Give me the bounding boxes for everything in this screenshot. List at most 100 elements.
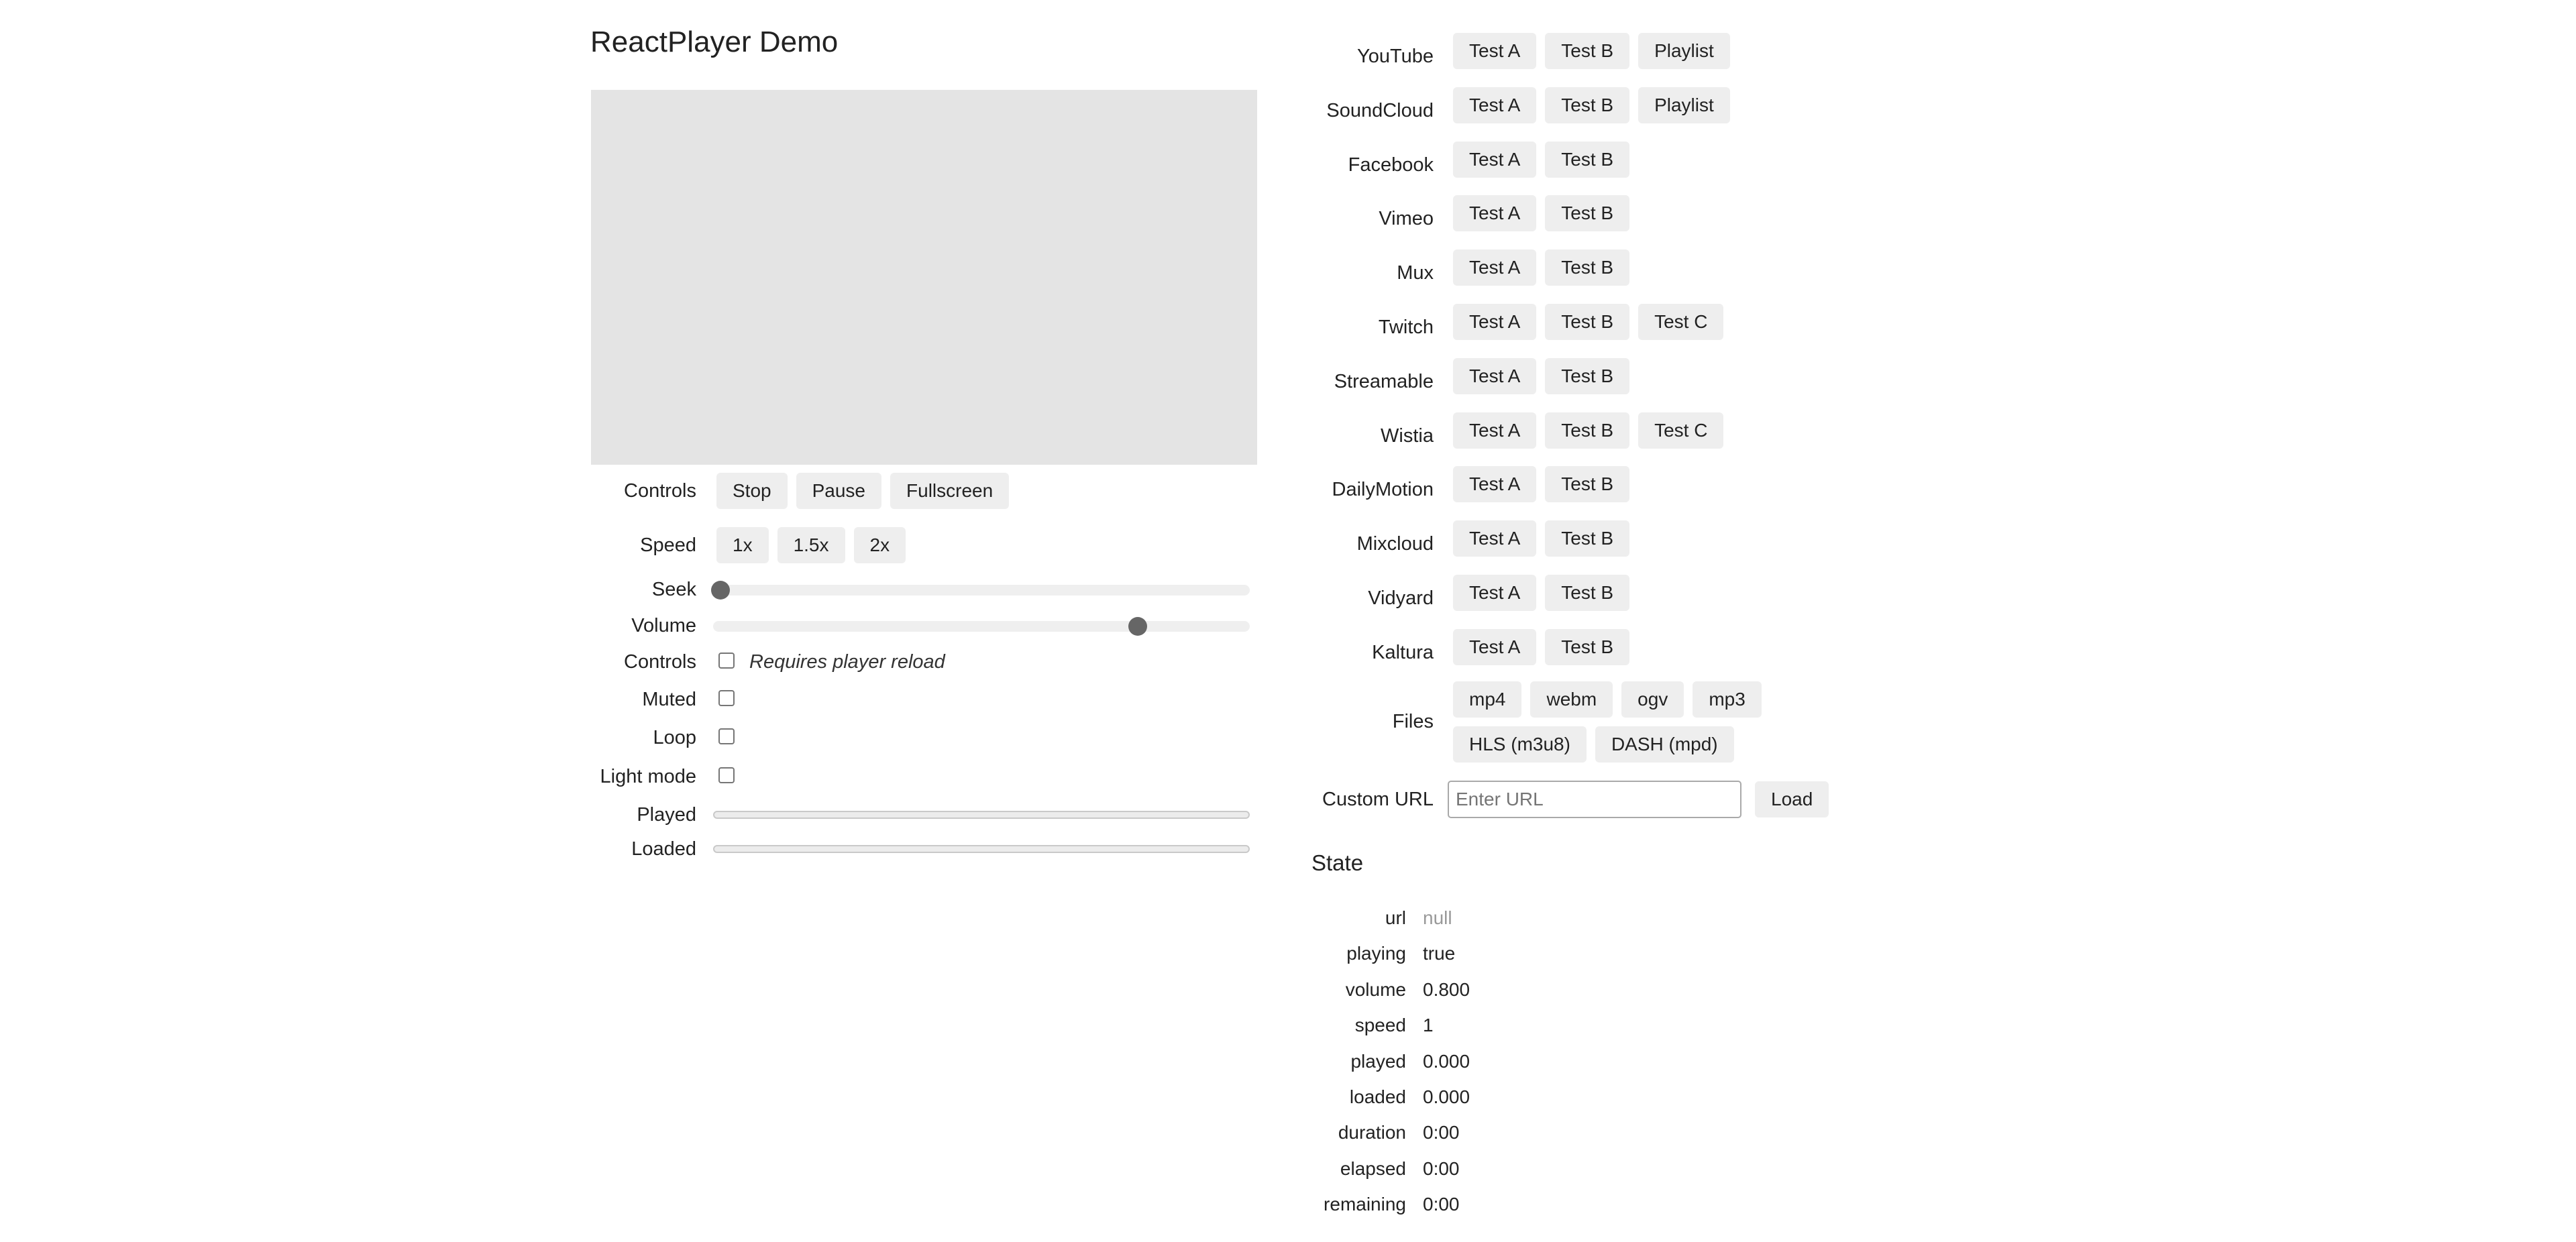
controls-button-group: Stop Pause Fullscreen	[716, 473, 1010, 509]
provider-label-facebook: Facebook	[1348, 154, 1434, 176]
facebook-test-a-button[interactable]: Test A	[1453, 142, 1537, 178]
page-title: ReactPlayer Demo	[590, 25, 839, 58]
speed-2x-button[interactable]: 2x	[853, 527, 906, 563]
video-player[interactable]	[591, 90, 1257, 465]
load-button[interactable]: Load	[1755, 781, 1829, 817]
light-mode-label: Light mode	[600, 766, 697, 787]
twitch-test-c-button[interactable]: Test C	[1638, 304, 1724, 340]
state-key-speed: speed	[1354, 1015, 1406, 1035]
file-mp3-button[interactable]: mp3	[1693, 681, 1762, 718]
twitch-test-b-button[interactable]: Test B	[1545, 304, 1630, 340]
mixcloud-test-a-button[interactable]: Test A	[1453, 520, 1537, 557]
state-key-played: played	[1350, 1051, 1406, 1072]
played-label: Played	[637, 804, 696, 826]
provider-label-vimeo: Vimeo	[1379, 208, 1434, 229]
file-hls-m3u8-button[interactable]: HLS (m3u8)	[1453, 726, 1587, 763]
youtube-playlist-button[interactable]: Playlist	[1638, 33, 1730, 69]
streamable-test-b-button[interactable]: Test B	[1545, 358, 1630, 394]
vidyard-test-b-button[interactable]: Test B	[1545, 575, 1630, 611]
soundcloud-test-a-button[interactable]: Test A	[1453, 87, 1537, 123]
wistia-test-a-button[interactable]: Test A	[1453, 412, 1537, 449]
provider-label-twitch: Twitch	[1378, 317, 1434, 338]
wistia-test-c-button[interactable]: Test C	[1638, 412, 1724, 449]
requires-reload-note: Requires player reload	[749, 651, 945, 673]
provider-buttons-youtube: Test A Test B Playlist	[1453, 33, 1730, 69]
kaltura-test-a-button[interactable]: Test A	[1453, 629, 1537, 665]
loop-checkbox[interactable]	[718, 728, 735, 744]
provider-label-dailymotion: DailyMotion	[1332, 479, 1434, 500]
speed-1x-button[interactable]: 1x	[716, 527, 769, 563]
light-mode-checkbox[interactable]	[718, 767, 735, 783]
provider-label-youtube: YouTube	[1357, 46, 1434, 67]
controls-label: Controls	[624, 480, 696, 502]
played-progress	[713, 811, 1250, 819]
fullscreen-button[interactable]: Fullscreen	[890, 473, 1010, 509]
state-value-loaded: 0.000	[1423, 1086, 1470, 1107]
dailymotion-test-a-button[interactable]: Test A	[1453, 466, 1537, 502]
controls-checkbox[interactable]	[718, 653, 735, 669]
loop-label: Loop	[653, 727, 696, 748]
volume-label: Volume	[631, 615, 696, 636]
dailymotion-test-b-button[interactable]: Test B	[1545, 466, 1630, 502]
provider-buttons-streamable: Test A Test B	[1453, 358, 1630, 394]
provider-buttons-kaltura: Test A Test B	[1453, 629, 1630, 665]
custom-url-input[interactable]	[1448, 781, 1741, 818]
state-value-speed: 1	[1423, 1015, 1434, 1035]
provider-buttons-facebook: Test A Test B	[1453, 142, 1630, 178]
provider-buttons-mux: Test A Test B	[1453, 249, 1630, 286]
streamable-test-a-button[interactable]: Test A	[1453, 358, 1537, 394]
youtube-test-a-button[interactable]: Test A	[1453, 33, 1537, 69]
provider-label-kaltura: Kaltura	[1372, 642, 1434, 663]
provider-buttons-twitch: Test A Test B Test C	[1453, 304, 1724, 340]
state-key-url: url	[1385, 907, 1406, 928]
state-value-url: null	[1423, 907, 1452, 928]
files-label: Files	[1392, 711, 1434, 732]
seek-slider[interactable]	[711, 581, 1250, 600]
kaltura-test-b-button[interactable]: Test B	[1545, 629, 1630, 665]
state-key-loaded: loaded	[1349, 1086, 1406, 1107]
vimeo-test-a-button[interactable]: Test A	[1453, 195, 1537, 231]
state-key-elapsed: elapsed	[1340, 1158, 1406, 1179]
provider-label-vidyard: Vidyard	[1368, 587, 1434, 609]
mux-test-b-button[interactable]: Test B	[1545, 249, 1630, 286]
facebook-test-b-button[interactable]: Test B	[1545, 142, 1630, 178]
provider-buttons-dailymotion: Test A Test B	[1453, 466, 1630, 502]
twitch-test-a-button[interactable]: Test A	[1453, 304, 1537, 340]
speed-1-5x-button[interactable]: 1.5x	[777, 527, 845, 563]
speed-label: Speed	[640, 534, 696, 556]
mux-test-a-button[interactable]: Test A	[1453, 249, 1537, 286]
vimeo-test-b-button[interactable]: Test B	[1545, 195, 1630, 231]
muted-label: Muted	[642, 689, 696, 710]
state-value-remaining: 0:00	[1423, 1194, 1460, 1215]
speed-button-group: 1x 1.5x 2x	[716, 527, 906, 563]
file-webm-button[interactable]: webm	[1530, 681, 1613, 718]
state-key-playing: playing	[1346, 943, 1406, 964]
seek-slider-thumb[interactable]	[711, 581, 730, 600]
provider-buttons-wistia: Test A Test B Test C	[1453, 412, 1724, 449]
vidyard-test-a-button[interactable]: Test A	[1453, 575, 1537, 611]
state-value-played: 0.000	[1423, 1051, 1470, 1072]
youtube-test-b-button[interactable]: Test B	[1545, 33, 1630, 69]
seek-label: Seek	[651, 579, 696, 600]
stop-button[interactable]: Stop	[716, 473, 788, 509]
provider-buttons-mixcloud: Test A Test B	[1453, 520, 1630, 557]
provider-label-wistia: Wistia	[1381, 425, 1434, 447]
provider-buttons-vidyard: Test A Test B	[1453, 575, 1630, 611]
provider-buttons-vimeo: Test A Test B	[1453, 195, 1630, 231]
file-ogv-button[interactable]: ogv	[1621, 681, 1684, 718]
file-mp4-button[interactable]: mp4	[1453, 681, 1522, 718]
loaded-progress	[713, 845, 1250, 853]
muted-checkbox[interactable]	[718, 690, 735, 706]
soundcloud-playlist-button[interactable]: Playlist	[1638, 87, 1730, 123]
volume-slider-thumb[interactable]	[1128, 617, 1148, 636]
files-row-1: mp4 webm ogv mp3	[1453, 681, 1762, 718]
wistia-test-b-button[interactable]: Test B	[1545, 412, 1630, 449]
custom-url-label: Custom URL	[1322, 789, 1434, 810]
files-row-2: HLS (m3u8) DASH (mpd)	[1453, 726, 1734, 763]
mixcloud-test-b-button[interactable]: Test B	[1545, 520, 1630, 557]
file-dash-mpd-button[interactable]: DASH (mpd)	[1595, 726, 1734, 763]
volume-slider[interactable]	[713, 617, 1250, 636]
soundcloud-test-b-button[interactable]: Test B	[1545, 87, 1630, 123]
pause-button[interactable]: Pause	[796, 473, 882, 509]
provider-label-mixcloud: Mixcloud	[1356, 533, 1434, 555]
